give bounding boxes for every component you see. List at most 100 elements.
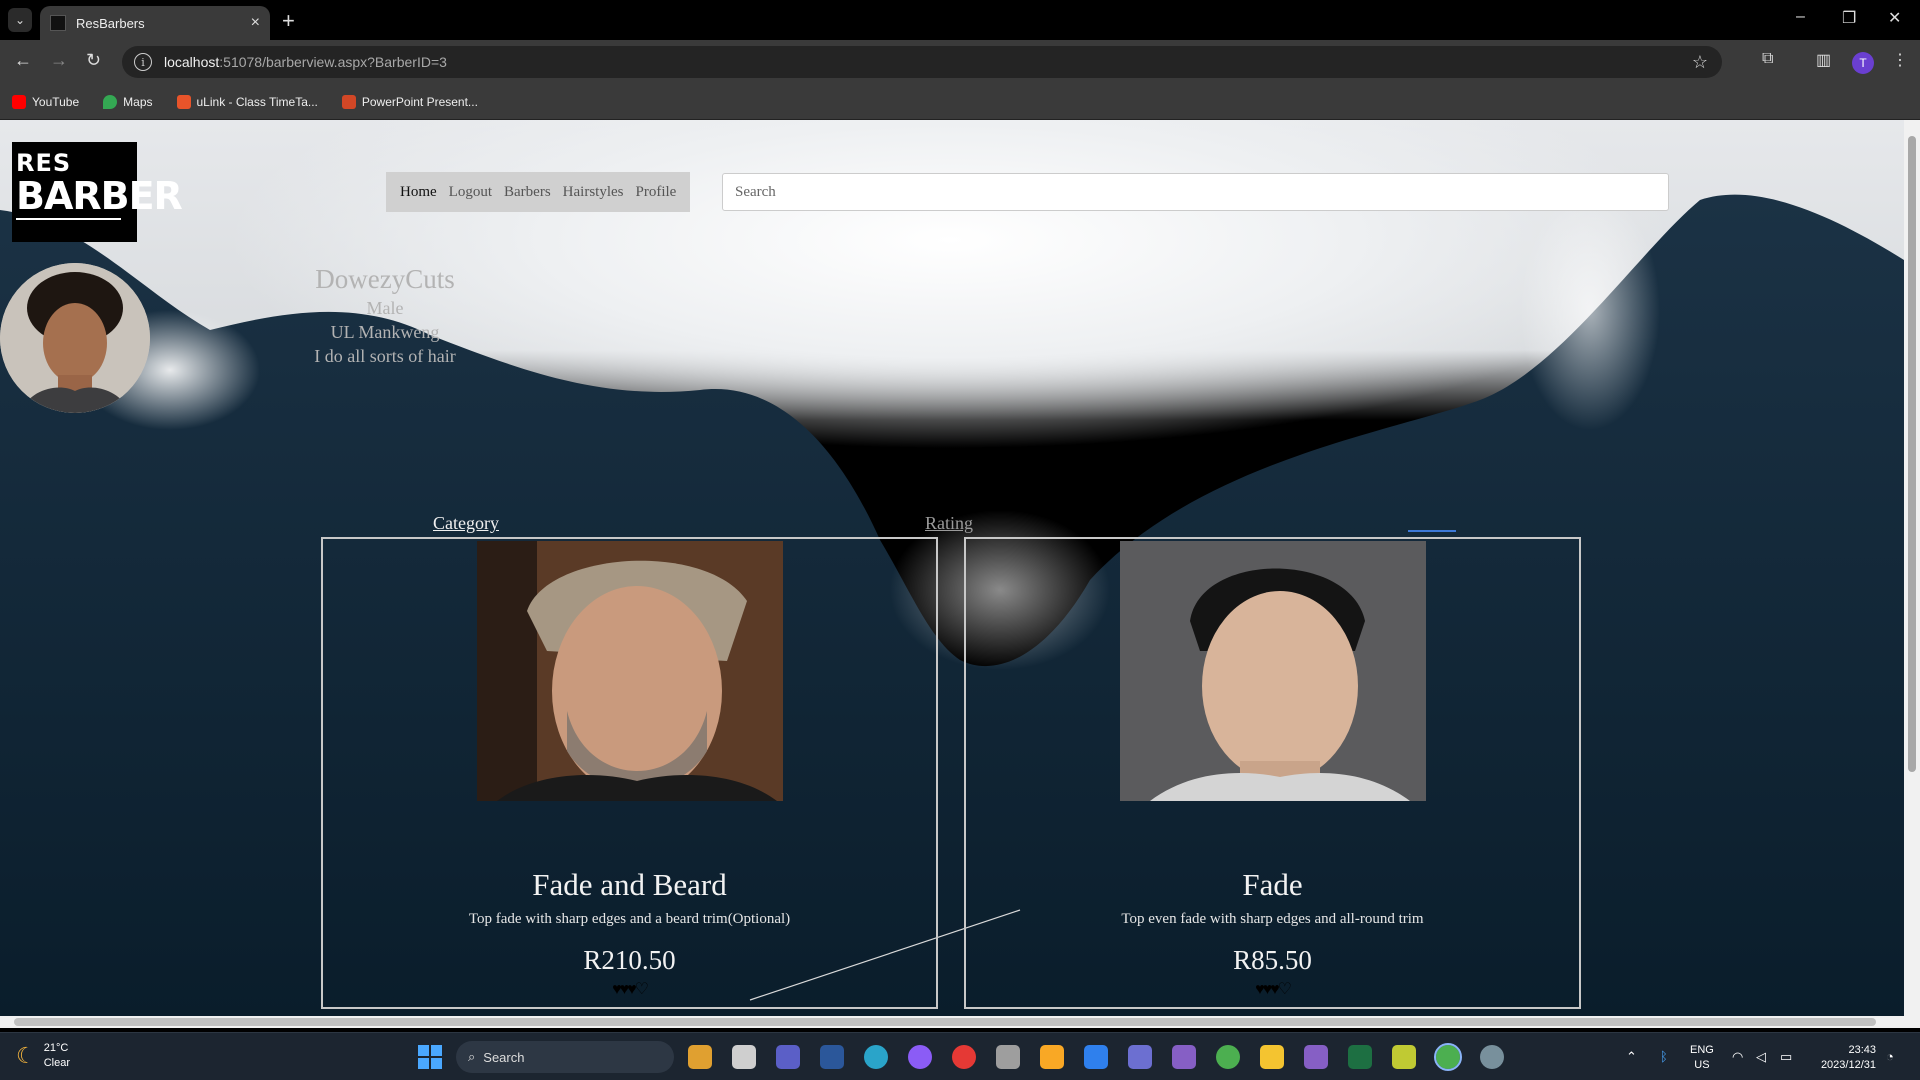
card-description: Top fade with sharp edges and a beard tr… bbox=[468, 911, 791, 927]
browser-toolbar: ← → ↻ i localhost :51078/barberview.aspx… bbox=[0, 40, 1920, 84]
taskbar: ☾ 21°C Clear ⌕ Search ⌃ ᛒ ENG US ◠ ◁ ▭ 2… bbox=[0, 1032, 1920, 1080]
moon-icon: ☾ bbox=[16, 1043, 36, 1068]
language-indicator[interactable]: ENG US bbox=[1690, 1043, 1714, 1073]
extensions-icon[interactable]: ⧉ bbox=[1762, 50, 1773, 68]
notification-bell-icon[interactable]: ◔ bbox=[1886, 1049, 1894, 1064]
chrome-profile-icon[interactable] bbox=[1434, 1043, 1462, 1071]
vscode-icon[interactable] bbox=[1084, 1045, 1108, 1069]
restore-icon[interactable]: ❐ bbox=[1842, 8, 1856, 28]
bookmark-label: YouTube bbox=[32, 94, 80, 109]
nav-hairstyles[interactable]: Hairstyles bbox=[563, 184, 624, 201]
rating-hearts-icon: ♥♥♥♡ bbox=[612, 981, 649, 998]
ocean-wave-background bbox=[0, 190, 1904, 1016]
clock[interactable]: 23:43 2023/12/31 bbox=[1812, 1043, 1876, 1073]
logo-line-2: BARBER bbox=[16, 174, 183, 218]
notepad-icon[interactable] bbox=[1392, 1045, 1416, 1069]
word-icon[interactable] bbox=[820, 1045, 844, 1069]
search-input[interactable]: Search bbox=[722, 173, 1669, 211]
vertical-scrollbar[interactable] bbox=[1904, 120, 1920, 1016]
tab-strip: ⌄ ResBarbers × + – ❐ ✕ bbox=[0, 0, 1920, 40]
logo-line-1: RES bbox=[16, 149, 72, 177]
hairstyle-card[interactable]: Fade Top even fade with sharp edges and … bbox=[964, 537, 1581, 1009]
profile-avatar[interactable]: T bbox=[1852, 52, 1874, 74]
bookmark-powerpoint[interactable]: PowerPoint Present... bbox=[341, 94, 478, 109]
browser-tab[interactable]: ResBarbers × bbox=[40, 6, 270, 40]
address-bar[interactable]: i localhost :51078/barberview.aspx?Barbe… bbox=[122, 46, 1722, 78]
minimize-icon[interactable]: – bbox=[1796, 8, 1805, 26]
new-tab-icon[interactable]: + bbox=[282, 8, 295, 34]
media-player-icon[interactable] bbox=[952, 1045, 976, 1069]
barber-location: UL Mankweng bbox=[330, 322, 440, 342]
nav-logout[interactable]: Logout bbox=[449, 184, 492, 201]
bookmark-maps[interactable]: Maps bbox=[103, 94, 153, 109]
battery-icon[interactable]: ▭ bbox=[1780, 1049, 1792, 1065]
card-price: R85.50 bbox=[1233, 945, 1312, 975]
reload-icon[interactable]: ↻ bbox=[86, 50, 101, 71]
back-arrow-icon[interactable]: ← bbox=[14, 50, 32, 71]
task-view-icon[interactable] bbox=[732, 1045, 756, 1069]
tab-search-chevron-icon[interactable]: ⌄ bbox=[8, 8, 32, 32]
excel-icon[interactable] bbox=[1348, 1045, 1372, 1069]
volume-icon[interactable]: ◁ bbox=[1756, 1049, 1766, 1065]
hairstyle-card[interactable]: Fade and Beard Top fade with sharp edges… bbox=[321, 537, 938, 1009]
site-favicon-icon bbox=[50, 15, 66, 31]
site-logo[interactable]: RES BARBER bbox=[12, 142, 183, 242]
bluetooth-icon[interactable]: ᛒ bbox=[1660, 1049, 1668, 1064]
database-icon[interactable] bbox=[996, 1045, 1020, 1069]
edge-icon[interactable] bbox=[864, 1045, 888, 1069]
copilot-icon[interactable] bbox=[688, 1045, 712, 1069]
hairstyle-photo bbox=[1120, 541, 1426, 801]
menu-kebab-icon[interactable]: ⋮ bbox=[1892, 50, 1908, 70]
accent-line bbox=[1408, 530, 1456, 532]
forward-arrow-icon[interactable]: → bbox=[50, 50, 68, 71]
bookmarks-bar: YouTube Maps uLink - Class TimeTa... Pow… bbox=[0, 84, 1920, 120]
nav-barbers[interactable]: Barbers bbox=[504, 184, 551, 201]
visual-studio-icon[interactable] bbox=[1304, 1045, 1328, 1069]
settings-gear-icon[interactable] bbox=[1480, 1045, 1504, 1069]
barber-gender: Male bbox=[366, 298, 404, 318]
region-code: US bbox=[1694, 1059, 1710, 1071]
barber-info: DowezyCuts Male UL Mankweng I do all sor… bbox=[285, 262, 485, 368]
scroll-thumb[interactable] bbox=[1908, 136, 1916, 772]
close-window-icon[interactable]: ✕ bbox=[1888, 8, 1901, 28]
chrome-icon[interactable] bbox=[1216, 1045, 1240, 1069]
url-path: :51078/barberview.aspx?BarberID=3 bbox=[219, 54, 447, 70]
bookmark-ulink[interactable]: uLink - Class TimeTa... bbox=[176, 94, 318, 109]
app-icon[interactable] bbox=[1040, 1045, 1064, 1069]
barber-avatar bbox=[0, 263, 150, 413]
site-nav: Home Logout Barbers Hairstyles Profile bbox=[386, 172, 691, 212]
nav-profile[interactable]: Profile bbox=[636, 184, 677, 201]
site-info-icon[interactable]: i bbox=[134, 53, 152, 71]
bookmark-youtube[interactable]: YouTube bbox=[12, 94, 80, 109]
visual-studio-icon[interactable] bbox=[1172, 1045, 1196, 1069]
chevron-up-icon[interactable]: ⌃ bbox=[1626, 1049, 1637, 1065]
maps-pin-icon bbox=[103, 94, 118, 109]
clock-date: 2023/12/31 bbox=[1820, 1059, 1876, 1071]
lang-code: ENG bbox=[1690, 1044, 1714, 1056]
hairstyle-photo bbox=[477, 541, 783, 801]
bookmark-label: uLink - Class TimeTa... bbox=[196, 94, 318, 109]
file-explorer-icon[interactable] bbox=[1260, 1045, 1284, 1069]
card-title: Fade and Beard bbox=[532, 867, 727, 902]
taskbar-search-label: Search bbox=[483, 1049, 525, 1065]
ulink-icon bbox=[176, 94, 191, 109]
clock-time: 23:43 bbox=[1848, 1044, 1876, 1056]
bookmark-star-icon[interactable]: ☆ bbox=[1692, 52, 1708, 73]
nav-home[interactable]: Home bbox=[400, 184, 437, 201]
category-header[interactable]: Category bbox=[433, 513, 499, 534]
side-panel-icon[interactable]: ▥ bbox=[1816, 50, 1831, 70]
github-icon[interactable] bbox=[908, 1045, 932, 1069]
taskbar-search[interactable]: ⌕ Search bbox=[456, 1041, 674, 1073]
weather-widget[interactable]: ☾ 21°C Clear bbox=[16, 1041, 70, 1071]
card-price: R210.50 bbox=[583, 945, 676, 975]
rating-header[interactable]: Rating bbox=[925, 513, 973, 534]
eclipse-icon[interactable] bbox=[1128, 1045, 1152, 1069]
logo-underline bbox=[16, 218, 121, 220]
youtube-icon bbox=[12, 94, 26, 109]
horizontal-scrollbar[interactable] bbox=[0, 1016, 1920, 1028]
scroll-thumb[interactable] bbox=[14, 1018, 1876, 1026]
close-tab-icon[interactable]: × bbox=[251, 14, 260, 32]
wifi-icon[interactable]: ◠ bbox=[1732, 1049, 1743, 1065]
teams-icon[interactable] bbox=[776, 1045, 800, 1069]
windows-start-icon[interactable] bbox=[418, 1045, 442, 1069]
